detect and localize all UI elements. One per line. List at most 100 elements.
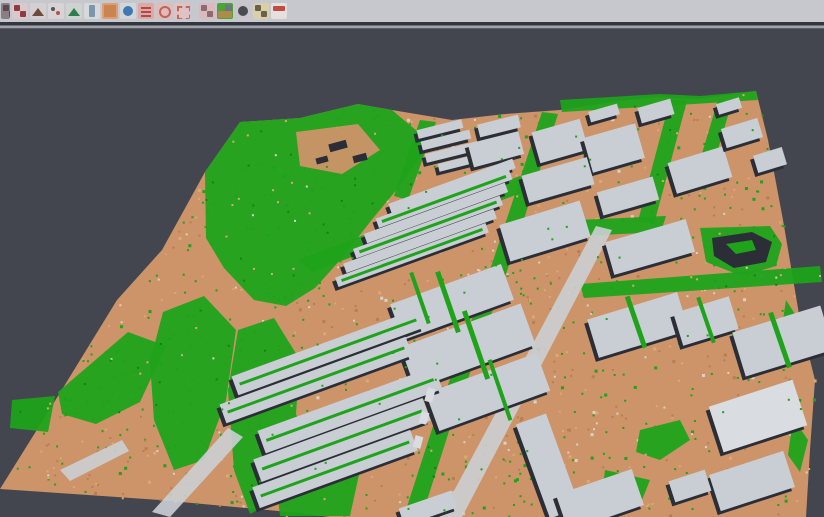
vegetation-speckle (341, 200, 343, 202)
ground-speckle (656, 405, 658, 407)
classify-checker-icon[interactable] (12, 3, 28, 19)
ground-speckle (144, 440, 146, 442)
ground-speckle (733, 376, 736, 379)
ground-speckle (567, 452, 569, 454)
ground-speckle (316, 396, 319, 399)
selection-brackets-icon[interactable] (174, 3, 190, 19)
ground-speckle (405, 366, 407, 368)
ground-speckle (351, 257, 353, 259)
selection-brackets-icon-glyph (177, 6, 190, 19)
ground-speckle (295, 415, 297, 417)
ground-speckle (785, 495, 787, 497)
toolbar-group-separator (191, 3, 198, 19)
vegetation-speckle (780, 274, 782, 276)
ground-speckle (46, 445, 48, 447)
ground-speckle (173, 473, 175, 475)
ground-speckle (618, 181, 620, 183)
ground-speckle (814, 379, 817, 382)
clipped-edge-icon[interactable] (1, 3, 10, 19)
ground-speckle (198, 198, 200, 200)
ground-speckle (122, 497, 124, 499)
ground-speckle (538, 205, 540, 207)
ground-speckle (690, 113, 692, 115)
ground-speckle (502, 458, 504, 460)
ground-speckle (54, 483, 56, 485)
classified-map-icon[interactable] (217, 3, 233, 19)
vegetation-speckle (228, 345, 230, 347)
ground-speckle (268, 292, 270, 294)
ground-speckle (581, 393, 583, 395)
ground-speckle (140, 416, 142, 418)
flag-red-icon[interactable] (271, 3, 287, 19)
ground-speckle (491, 260, 493, 262)
measure-tan-icon[interactable] (253, 3, 269, 19)
ground-speckle (788, 399, 790, 401)
ground-speckle (82, 360, 84, 362)
ground-speckle (744, 288, 746, 290)
vegetation-hills-icon[interactable] (66, 3, 82, 19)
ground-speckle (519, 473, 521, 475)
ground-speckle (752, 129, 754, 131)
ground-speckle (688, 194, 690, 196)
ground-speckle (353, 320, 355, 322)
ground-speckle (316, 207, 318, 209)
ground-speckle (40, 451, 42, 453)
class-list-icon[interactable] (138, 3, 154, 19)
ground-speckle (188, 244, 191, 247)
ground-speckle (112, 442, 114, 444)
ground-speckle (813, 399, 816, 402)
ground-speckle (202, 276, 204, 278)
viewport-3d[interactable] (0, 0, 824, 517)
classified-map-icon-glyph (218, 11, 232, 18)
vegetation-speckle (49, 403, 51, 405)
ground-speckle (643, 466, 645, 468)
ground-speckle (777, 504, 779, 506)
ground-speckle (743, 315, 745, 317)
profile-column-icon[interactable] (84, 3, 100, 19)
ground-speckle (172, 247, 174, 249)
ground-speckle (506, 221, 508, 223)
ground-speckle (612, 416, 614, 418)
vegetation-speckle (238, 198, 240, 200)
ground-speckle (89, 474, 91, 476)
terrain-mountain-icon[interactable] (30, 3, 46, 19)
ground-speckle (202, 190, 205, 193)
ground-speckle (574, 411, 576, 413)
ground-speckle (345, 383, 347, 385)
ground-speckle (604, 394, 607, 397)
ground-speckle (553, 361, 555, 363)
ground-speckle (544, 289, 546, 291)
ground-speckle (232, 288, 234, 290)
points-icon[interactable] (48, 3, 64, 19)
grid-select-icon[interactable] (199, 3, 215, 19)
ground-speckle (741, 208, 743, 210)
ground-speckle (47, 477, 49, 479)
ground-speckle (507, 273, 509, 275)
sphere-blue-icon[interactable] (120, 3, 136, 19)
ground-speckle (523, 294, 525, 296)
ground-square-icon-glyph (104, 5, 116, 17)
ground-speckle (394, 308, 396, 310)
ground-speckle (547, 228, 549, 230)
ground-speckle (770, 205, 772, 207)
vegetation-speckle (430, 450, 432, 452)
ground-speckle (306, 410, 308, 412)
globe-dark-icon[interactable] (235, 3, 251, 19)
ground-speckle (366, 494, 368, 496)
ground-speckle (591, 433, 594, 436)
circle-target-icon[interactable] (156, 3, 172, 19)
ground-square-icon[interactable] (102, 3, 118, 19)
ground-speckle (195, 217, 197, 219)
ground-speckle (586, 190, 588, 192)
ground-speckle (509, 475, 511, 477)
ground-speckle (142, 409, 144, 411)
ground-speckle (757, 191, 759, 193)
ground-speckle (441, 134, 443, 136)
pointcloud-scene-canvas[interactable] (0, 0, 824, 517)
ground-speckle (119, 434, 121, 436)
ground-speckle (460, 274, 462, 276)
vegetation-speckle (272, 189, 274, 191)
ground-speckle (178, 237, 181, 240)
ground-speckle (690, 394, 692, 396)
ground-speckle (97, 484, 99, 486)
